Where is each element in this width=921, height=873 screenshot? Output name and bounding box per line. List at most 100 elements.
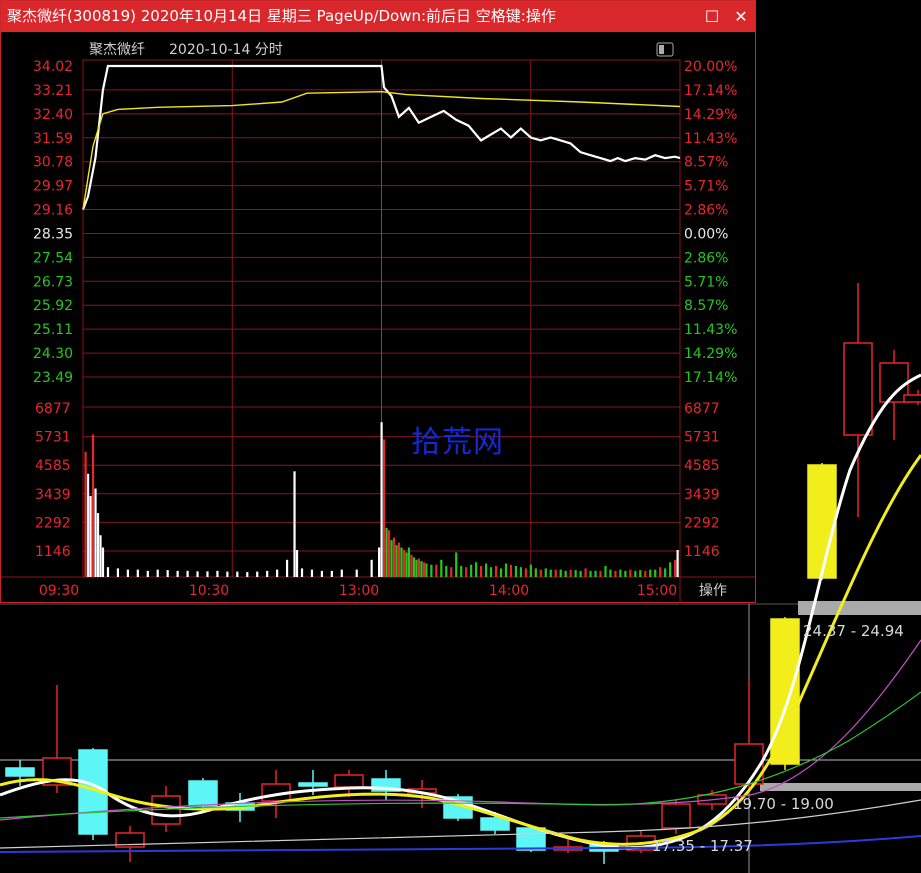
volume-bar (91, 434, 95, 577)
volume-bar (285, 559, 289, 577)
volume-bar (509, 564, 513, 577)
volume-bar (430, 564, 433, 577)
window-title: 聚杰微纤(300819) 2020年10月14日 星期三 PageUp/Down… (7, 7, 556, 25)
volume-bar (166, 570, 169, 577)
volume-bar (84, 451, 87, 577)
volume-bar (619, 569, 622, 577)
volume-tick-label: 1146 (35, 544, 71, 560)
volume-bar (425, 563, 428, 577)
volume-bar (475, 562, 478, 577)
volume-bar (101, 547, 105, 577)
volume-tick-label: 4585 (684, 458, 720, 474)
volume-bar (415, 559, 418, 577)
volume-bar (480, 565, 483, 577)
volume-bar (400, 547, 403, 577)
volume-tick-label: 4585 (35, 458, 71, 474)
volume-bar (504, 563, 508, 577)
close-icon[interactable]: ✕ (728, 1, 754, 32)
volume-bar (106, 567, 110, 577)
price-tick-label: 26.73 (33, 274, 73, 290)
volume-bar (499, 568, 503, 577)
price-tick-label: 24.30 (33, 346, 73, 362)
volume-bar (417, 558, 421, 577)
volume-bar (378, 547, 381, 577)
volume-bar (176, 570, 179, 577)
volume-tick-label: 5731 (35, 430, 71, 446)
volume-bar (664, 568, 667, 577)
volume-bar (300, 568, 304, 577)
volume-bar (544, 568, 547, 577)
watermark: 拾荒网 (411, 425, 504, 460)
volume-bar (569, 569, 572, 577)
restore-icon[interactable]: ☐ (699, 1, 725, 32)
price-tick-label: 34.02 (33, 59, 73, 75)
price-band-highlight (760, 783, 921, 791)
volume-bar (489, 567, 493, 577)
volume-bar (519, 567, 522, 577)
time-axis-label: 10:30 (189, 583, 229, 599)
window-titlebar[interactable]: 聚杰微纤(300819) 2020年10月14日 星期三 PageUp/Down… (1, 1, 755, 32)
volume-bar (392, 537, 396, 577)
intraday-popup-window[interactable]: 聚杰微纤(300819) 2020年10月14日 星期三 PageUp/Down… (0, 0, 756, 603)
pct-tick-label: 17.14% (684, 83, 737, 99)
volume-bar (554, 569, 557, 577)
pct-tick-label: 20.00% (684, 59, 737, 75)
volume-bar (465, 567, 468, 577)
price-tick-label: 23.49 (33, 370, 73, 386)
volume-bar (574, 570, 577, 577)
volume-bar (156, 569, 159, 577)
volume-tick-label: 3439 (35, 487, 71, 503)
volume-bar (355, 569, 358, 577)
candle-body (843, 342, 873, 436)
pct-tick-label: 5.71% (684, 179, 728, 195)
pct-tick-label: 8.57% (684, 155, 728, 171)
volume-bar (96, 513, 100, 577)
time-axis-label: 13:00 (339, 583, 379, 599)
pct-tick-label: 2.86% (684, 203, 728, 219)
volume-tick-label: 6877 (684, 401, 720, 417)
volume-bar (186, 570, 189, 577)
volume-bar (524, 568, 527, 577)
volume-bar (196, 571, 199, 577)
price-tick-label: 25.92 (33, 298, 73, 314)
price-tick-label: 32.40 (33, 107, 73, 123)
pct-tick-label: 2.86% (684, 250, 728, 266)
volume-tick-label: 2292 (35, 515, 71, 531)
price-range-label: 24.37 - 24.94 (803, 622, 904, 640)
volume-bar (136, 569, 139, 577)
pct-tick-label: 8.57% (684, 298, 728, 314)
volume-bar (330, 570, 333, 577)
volume-bar (614, 570, 617, 577)
volume-bar (460, 565, 463, 577)
volume-bar (674, 559, 677, 577)
volume-bar (455, 552, 458, 577)
volume-bar (435, 564, 438, 577)
volume-bar (86, 473, 90, 577)
volume-bar (604, 565, 607, 577)
pct-tick-label: 0.00% (684, 226, 728, 242)
volume-bar (390, 540, 393, 577)
pct-tick-label: 11.43% (684, 322, 737, 338)
volume-bar (126, 569, 129, 577)
candle-body (5, 767, 35, 777)
volume-bar (584, 568, 587, 577)
pct-tick-label: 5.71% (684, 274, 728, 290)
candle-body (903, 394, 921, 403)
time-axis-label: 14:00 (489, 583, 529, 599)
volume-bar (226, 571, 229, 577)
volume-bar (634, 570, 637, 577)
volume-bar (216, 570, 219, 577)
volume-bar (340, 569, 343, 577)
volume-bar (639, 570, 642, 577)
candle-body (770, 618, 800, 765)
price-tick-label: 25.11 (33, 322, 73, 338)
pct-tick-label: 17.14% (684, 370, 737, 386)
price-band-highlight (798, 601, 921, 615)
volume-bar (669, 562, 672, 577)
volume-bar (579, 570, 582, 577)
time-axis-label: 09:30 (39, 583, 79, 599)
volume-bar (422, 562, 425, 577)
volume-bar (676, 549, 679, 577)
volume-bar (649, 569, 652, 577)
volume-bar (94, 488, 97, 577)
